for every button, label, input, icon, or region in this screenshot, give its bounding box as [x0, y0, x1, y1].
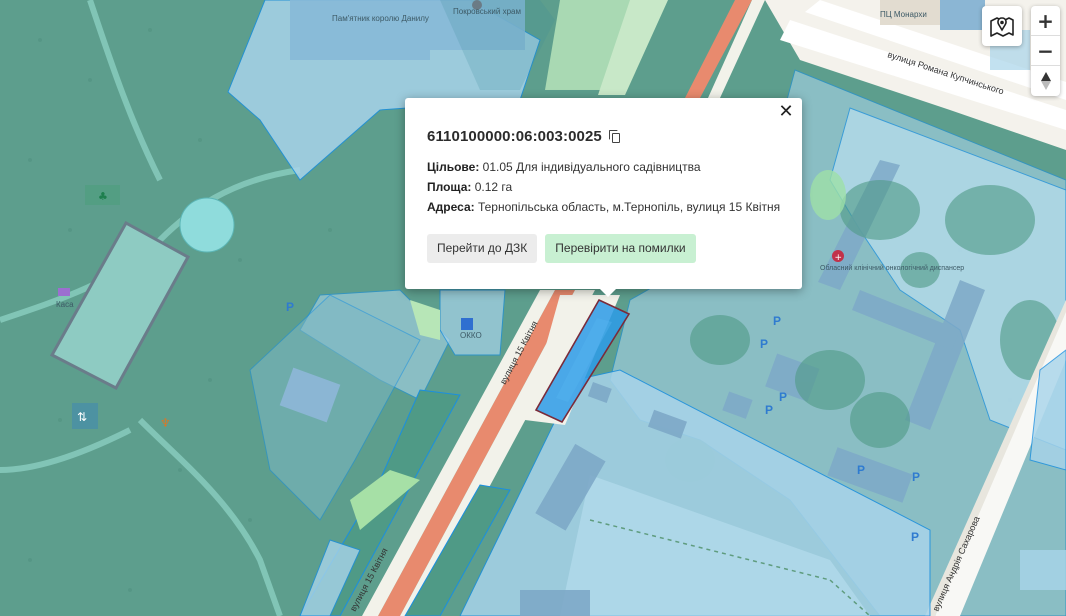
area-label: Площа: — [427, 180, 472, 194]
address-row: Адреса: Тернопільська область, м.Тернопі… — [427, 199, 780, 219]
map-canvas[interactable]: P P P P P P P P ⇅ ♆ ♣ + Пам'ятник королю… — [0, 0, 1066, 616]
purpose-row: Цільове: 01.05 Для індивідуального садів… — [427, 159, 780, 179]
popup-tip — [598, 287, 618, 297]
svg-text:⇅: ⇅ — [77, 410, 87, 424]
map-layers-button[interactable] — [982, 6, 1022, 46]
svg-text:Покровський храм: Покровський храм — [453, 7, 521, 16]
purpose-label: Цільове: — [427, 160, 480, 174]
address-value: Тернопільська область, м.Тернопіль, вули… — [477, 200, 781, 214]
svg-text:P: P — [765, 403, 773, 417]
popup-actions: Перейти до ДЗК Перевірити на помилки — [427, 234, 696, 263]
map-pin-icon — [990, 17, 1014, 37]
check-errors-button[interactable]: Перевірити на помилки — [545, 234, 696, 263]
popup-header: 6110100000:06:003:0025 — [427, 128, 621, 145]
compass-icon — [1040, 71, 1051, 90]
svg-text:+: + — [835, 253, 843, 263]
go-to-dzk-button[interactable]: Перейти до ДЗК — [427, 234, 538, 263]
address-label: Адреса: — [427, 200, 475, 214]
svg-text:P: P — [911, 530, 919, 544]
purpose-value: 01.05 Для індивідуального садівництва — [482, 160, 701, 174]
svg-text:P: P — [857, 463, 865, 477]
svg-text:P: P — [773, 314, 781, 328]
compass-button[interactable] — [1031, 65, 1060, 95]
close-icon[interactable]: ✕ — [776, 102, 796, 122]
area-row: Площа: 0.12 га — [427, 179, 780, 199]
svg-text:ОККО: ОККО — [460, 331, 482, 340]
svg-text:Пам'ятник королю Данилу: Пам'ятник королю Данилу — [332, 14, 429, 23]
zoom-in-button[interactable]: + — [1031, 6, 1060, 35]
parcel-info-popup: ✕ 6110100000:06:003:0025 Цільове: 01.05 … — [405, 98, 802, 297]
svg-text:Каса: Каса — [56, 300, 74, 309]
svg-text:P: P — [286, 300, 294, 314]
zoom-out-button[interactable]: − — [1031, 35, 1060, 65]
svg-text:P: P — [760, 337, 768, 351]
svg-text:♆: ♆ — [160, 416, 171, 430]
svg-text:ПЦ Монархи: ПЦ Монархи — [880, 10, 927, 19]
copy-icon[interactable] — [608, 130, 621, 143]
zoom-controls: + − — [1031, 6, 1060, 96]
parcel-details: Цільове: 01.05 Для індивідуального садів… — [427, 159, 780, 219]
svg-text:P: P — [912, 470, 920, 484]
svg-text:P: P — [779, 390, 787, 404]
cadastral-number: 6110100000:06:003:0025 — [427, 128, 602, 145]
svg-text:♣: ♣ — [98, 190, 108, 203]
svg-text:Обласний клінічний онкологічни: Обласний клінічний онкологічний диспансе… — [820, 264, 964, 272]
area-value: 0.12 га — [474, 180, 513, 194]
